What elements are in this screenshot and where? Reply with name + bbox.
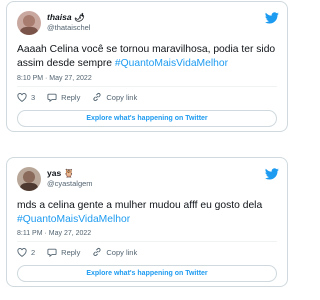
like-count: 2 xyxy=(31,247,36,257)
tweet-card: thaisa 🌶 @thataischel Aaaah Celina você … xyxy=(6,1,288,132)
reply-label: Reply xyxy=(61,247,81,257)
heart-icon xyxy=(17,247,27,257)
name-emoji: 🌶 xyxy=(73,12,85,22)
divider xyxy=(17,86,277,87)
reply-button[interactable]: Reply xyxy=(47,93,80,102)
user-handle[interactable]: @thataischel xyxy=(47,23,90,32)
tweet-text: mds a celina gente a mulher mudou afff e… xyxy=(17,200,263,225)
tweet-text: Aaaah Celina você se tornou maravilhosa,… xyxy=(17,44,276,69)
tweet-timestamp[interactable]: 8:10 PM · May 27, 2022 xyxy=(17,75,92,82)
display-name[interactable]: yas 🦉 xyxy=(47,168,74,179)
reply-icon xyxy=(47,93,57,102)
copy-link-button[interactable]: Copy link xyxy=(92,247,137,257)
avatar[interactable] xyxy=(17,11,41,35)
display-name[interactable]: thaisa 🌶 xyxy=(47,12,85,23)
like-button[interactable]: 3 xyxy=(17,93,35,102)
reply-icon xyxy=(47,248,57,257)
reply-label: Reply xyxy=(61,92,81,102)
hashtag-link[interactable]: #QuantoMaisVidaMelhor xyxy=(115,58,228,69)
user-handle[interactable]: @cyastalgem xyxy=(47,179,93,188)
tweet-timestamp[interactable]: 8:11 PM · May 27, 2022 xyxy=(17,230,91,237)
name-emoji: 🦉 xyxy=(63,168,75,178)
copy-link-label: Copy link xyxy=(106,247,138,257)
link-icon xyxy=(93,248,101,256)
explore-button[interactable]: Explore what's happening on Twitter xyxy=(17,110,277,127)
like-button[interactable]: 2 xyxy=(17,248,35,257)
action-bar: 3 Reply Copy link xyxy=(17,92,149,102)
reply-button[interactable]: Reply xyxy=(47,248,80,257)
copy-link-label: Copy link xyxy=(106,92,138,102)
avatar[interactable] xyxy=(17,167,41,191)
explore-button[interactable]: Explore what's happening on Twitter xyxy=(17,265,277,282)
twitter-bird-icon[interactable] xyxy=(265,167,279,185)
heart-icon xyxy=(17,92,27,102)
tweet-card: yas 🦉 @cyastalgem mds a celina gente a m… xyxy=(6,157,288,287)
like-count: 3 xyxy=(31,92,36,102)
action-bar: 2 Reply Copy link xyxy=(17,247,149,257)
divider xyxy=(17,241,277,242)
twitter-bird-icon[interactable] xyxy=(265,11,279,29)
link-icon xyxy=(93,93,101,101)
copy-link-button[interactable]: Copy link xyxy=(92,92,137,102)
hashtag-link[interactable]: #QuantoMaisVidaMelhor xyxy=(17,214,130,225)
